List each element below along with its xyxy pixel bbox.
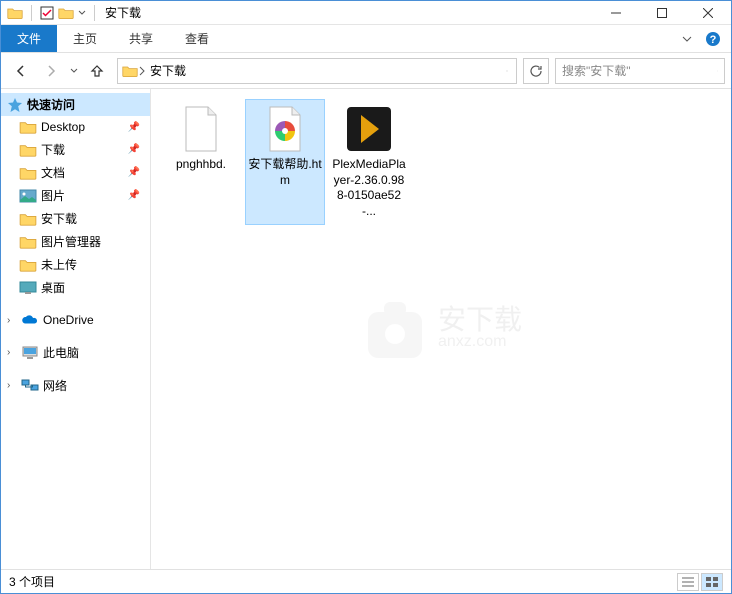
watermark: 安下载 anxz.com	[360, 294, 522, 364]
sidebar-item-documents[interactable]: 文档 📌	[1, 161, 150, 184]
sidebar-label: Desktop	[41, 120, 85, 134]
view-details-button[interactable]	[677, 573, 699, 591]
sidebar-label: 此电脑	[43, 344, 79, 361]
back-button[interactable]	[7, 57, 35, 85]
sidebar-label: 桌面	[41, 279, 65, 296]
sidebar: 快速访问 Desktop 📌 下载 📌 文档 📌 图片 📌 安下载	[1, 89, 151, 569]
sidebar-label: 图片管理器	[41, 233, 101, 250]
sidebar-item-folder[interactable]: 图片管理器	[1, 230, 150, 253]
separator	[94, 5, 95, 21]
folder-icon	[19, 143, 37, 157]
status-count: 3 个项目	[9, 573, 55, 590]
sidebar-quick-access[interactable]: 快速访问	[1, 93, 150, 116]
folder-icon	[19, 258, 37, 272]
separator	[31, 5, 32, 21]
folder-icon	[19, 120, 37, 134]
address-bar[interactable]: 安下载	[117, 58, 517, 84]
pin-icon: 📌	[128, 122, 140, 133]
star-icon	[7, 97, 23, 113]
watermark-sub: anxz.com	[438, 333, 522, 351]
pin-icon: 📌	[128, 167, 140, 178]
search-input[interactable]	[562, 64, 717, 78]
file-item[interactable]: pnghhbd.	[161, 99, 241, 225]
file-label: 安下载帮助.htm	[247, 157, 323, 188]
file-icon	[177, 105, 225, 153]
ribbon: 文件 主页 共享 查看 ?	[1, 25, 731, 53]
search-icon	[717, 64, 718, 78]
network-icon	[21, 379, 39, 393]
sidebar-item-pictures[interactable]: 图片 📌	[1, 184, 150, 207]
up-button[interactable]	[83, 57, 111, 85]
file-item[interactable]: 安下载帮助.htm	[245, 99, 325, 225]
search-box[interactable]	[555, 58, 725, 84]
chevron-right-icon: ›	[7, 315, 17, 326]
computer-icon	[21, 346, 39, 360]
dropdown-icon[interactable]	[78, 6, 86, 20]
forward-button[interactable]	[37, 57, 65, 85]
sidebar-item-folder[interactable]: 安下载	[1, 207, 150, 230]
sidebar-item-desktop[interactable]: Desktop 📌	[1, 116, 150, 138]
tab-share[interactable]: 共享	[113, 25, 169, 52]
maximize-button[interactable]	[639, 1, 685, 25]
onedrive-icon	[21, 314, 39, 326]
file-label: pnghhbd.	[176, 157, 226, 173]
desktop-icon	[19, 281, 37, 295]
sidebar-label: 安下载	[41, 210, 77, 227]
checkbox-icon[interactable]	[40, 6, 54, 20]
folder-icon	[19, 212, 37, 226]
window-title: 安下载	[105, 4, 141, 21]
tab-file[interactable]: 文件	[1, 25, 57, 52]
sidebar-label: 下载	[41, 141, 65, 158]
tab-home[interactable]: 主页	[57, 25, 113, 52]
file-item[interactable]: PlexMediaPlayer-2.36.0.988-0150ae52-...	[329, 99, 409, 225]
svg-text:?: ?	[710, 34, 717, 46]
sidebar-network[interactable]: › 网络	[1, 374, 150, 397]
view-icons-button[interactable]	[701, 573, 723, 591]
sidebar-label: 网络	[43, 377, 67, 394]
file-label: PlexMediaPlayer-2.36.0.988-0150ae52-...	[331, 157, 407, 219]
folder-icon	[19, 166, 37, 180]
file-pane[interactable]: pnghhbd. 安下载帮助.htm PlexMediaPlayer-2.36.…	[151, 89, 731, 569]
folder-icon	[58, 6, 74, 20]
sidebar-item-folder[interactable]: 桌面	[1, 276, 150, 299]
watermark-text: 安下载	[438, 307, 522, 332]
sidebar-this-pc[interactable]: › 此电脑	[1, 341, 150, 364]
chevron-right-icon[interactable]	[138, 65, 146, 77]
navbar: 安下载	[1, 53, 731, 89]
close-button[interactable]	[685, 1, 731, 25]
pin-icon: 📌	[128, 190, 140, 201]
sidebar-label: 未上传	[41, 256, 77, 273]
sidebar-label: OneDrive	[43, 313, 94, 327]
pictures-icon	[19, 189, 37, 203]
sidebar-onedrive[interactable]: › OneDrive	[1, 309, 150, 331]
tab-view[interactable]: 查看	[169, 25, 225, 52]
titlebar-icons	[1, 5, 99, 21]
help-button[interactable]: ?	[699, 25, 727, 52]
sidebar-item-downloads[interactable]: 下载 📌	[1, 138, 150, 161]
folder-icon	[19, 235, 37, 249]
chevron-down-icon[interactable]	[681, 33, 693, 45]
sidebar-label: 快速访问	[27, 96, 75, 113]
pin-icon: 📌	[128, 144, 140, 155]
chevron-down-icon[interactable]	[502, 66, 512, 76]
window-controls	[593, 1, 731, 25]
statusbar: 3 个项目	[1, 569, 731, 593]
refresh-button[interactable]	[523, 58, 549, 84]
breadcrumb[interactable]: 安下载	[146, 62, 190, 79]
body: 快速访问 Desktop 📌 下载 📌 文档 📌 图片 📌 安下载	[1, 89, 731, 569]
sidebar-label: 文档	[41, 164, 65, 181]
recent-dropdown[interactable]	[67, 57, 81, 85]
sidebar-label: 图片	[41, 187, 65, 204]
minimize-button[interactable]	[593, 1, 639, 25]
folder-icon	[122, 64, 138, 78]
sidebar-item-folder[interactable]: 未上传	[1, 253, 150, 276]
file-icon	[261, 105, 309, 153]
chevron-right-icon: ›	[7, 347, 17, 358]
file-icon	[345, 105, 393, 153]
folder-icon	[7, 6, 23, 20]
chevron-right-icon: ›	[7, 380, 17, 391]
titlebar: 安下载	[1, 1, 731, 25]
